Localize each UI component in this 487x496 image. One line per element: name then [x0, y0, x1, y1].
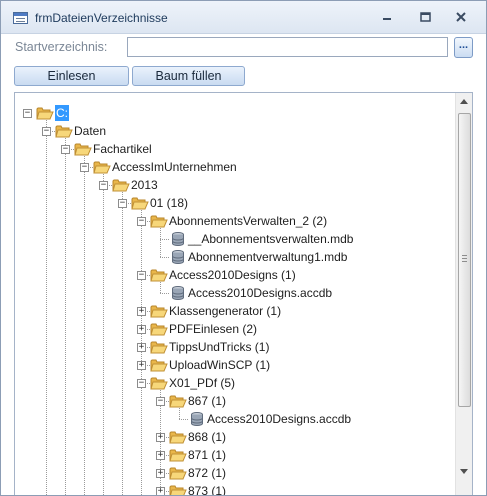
- open-folder-icon: [169, 393, 187, 409]
- expand-toggle[interactable]: +: [156, 487, 165, 495]
- collapse-toggle[interactable]: −: [156, 397, 165, 406]
- file-node-label[interactable]: Access2010Designs.accdb: [207, 411, 351, 427]
- folder-node-label[interactable]: 872 (1): [188, 465, 226, 481]
- expand-toggle[interactable]: +: [156, 433, 165, 442]
- vertical-scrollbar[interactable]: [455, 93, 472, 495]
- open-folder-icon: [169, 483, 187, 495]
- collapse-toggle[interactable]: −: [61, 145, 70, 154]
- minimize-button[interactable]: [375, 9, 399, 25]
- restore-icon: [420, 12, 431, 22]
- tree-connector-line: [179, 419, 188, 420]
- open-folder-icon: [150, 357, 168, 373]
- open-folder-icon: [112, 177, 130, 193]
- folder-node-label[interactable]: PDFEinlesen (2): [169, 321, 257, 337]
- tree-connector-line: [103, 171, 104, 495]
- open-folder-icon: [74, 141, 92, 157]
- folder-node-label[interactable]: Klassengenerator (1): [169, 303, 281, 319]
- fill-tree-button[interactable]: Baum füllen: [132, 66, 245, 86]
- folder-node-label[interactable]: 867 (1): [188, 393, 226, 409]
- open-folder-icon: [169, 447, 187, 463]
- open-folder-icon: [131, 195, 149, 211]
- open-folder-icon: [150, 213, 168, 229]
- down-arrow-icon: [460, 469, 468, 474]
- form-body: Startverzeichnis: ... Einlesen Baum füll…: [1, 33, 486, 495]
- file-node-label[interactable]: Abonnementverwaltung1.mdb: [188, 249, 347, 265]
- tree-connector-line: [122, 189, 123, 495]
- folder-node-label[interactable]: 2013: [131, 177, 158, 193]
- browse-button[interactable]: ...: [454, 37, 473, 58]
- folder-node-label[interactable]: 873 (1): [188, 483, 226, 495]
- folder-node-label[interactable]: UploadWinSCP (1): [169, 357, 270, 373]
- tree-connector-line: [160, 293, 169, 294]
- open-folder-icon: [150, 321, 168, 337]
- open-folder-icon: [93, 159, 111, 175]
- tree-connector-line: [160, 239, 169, 240]
- folder-node-label[interactable]: 868 (1): [188, 429, 226, 445]
- read-button[interactable]: Einlesen: [14, 66, 129, 86]
- folder-node-label[interactable]: AccessImUnternehmen: [112, 159, 237, 175]
- form-icon: [13, 12, 28, 24]
- expand-toggle[interactable]: +: [156, 469, 165, 478]
- expand-toggle[interactable]: +: [137, 343, 146, 352]
- folder-node-label[interactable]: AbonnementsVerwalten_2 (2): [169, 213, 327, 229]
- collapse-toggle[interactable]: −: [137, 379, 146, 388]
- close-icon: [456, 12, 466, 22]
- scroll-thumb[interactable]: [458, 113, 471, 407]
- folder-node-label[interactable]: Fachartikel: [93, 141, 152, 157]
- scroll-up-button[interactable]: [456, 93, 472, 110]
- open-folder-icon: [55, 123, 73, 139]
- start-directory-input[interactable]: [127, 37, 448, 57]
- up-arrow-icon: [460, 99, 468, 104]
- database-file-icon: [169, 249, 187, 265]
- database-file-icon: [169, 285, 187, 301]
- tree-connector-line: [65, 135, 66, 495]
- folder-node-label[interactable]: Access2010Designs (1): [169, 267, 296, 283]
- expand-toggle[interactable]: +: [137, 307, 146, 316]
- folder-node-label[interactable]: Daten: [74, 123, 106, 139]
- open-folder-icon: [169, 465, 187, 481]
- minimize-icon: [383, 18, 391, 20]
- file-node-label[interactable]: Access2010Designs.accdb: [188, 285, 332, 301]
- open-folder-icon: [169, 429, 187, 445]
- title-bar[interactable]: frmDateienVerzeichnisse: [1, 1, 486, 33]
- maximize-button[interactable]: [413, 9, 437, 25]
- tree-connector-line: [46, 117, 47, 495]
- folder-node-label[interactable]: C:: [55, 105, 69, 121]
- expand-toggle[interactable]: +: [137, 361, 146, 370]
- open-folder-icon: [150, 303, 168, 319]
- folder-node-label[interactable]: 871 (1): [188, 447, 226, 463]
- collapse-toggle[interactable]: −: [99, 181, 108, 190]
- tree-view[interactable]: − C: − Daten − Fachartikel − AccessImUnternehme…: [15, 93, 456, 495]
- scroll-down-button[interactable]: [456, 463, 472, 480]
- open-folder-icon: [150, 375, 168, 391]
- database-file-icon: [188, 411, 206, 427]
- tree-connector-line: [160, 225, 161, 257]
- directory-tree[interactable]: − C: − Daten − Fachartikel − AccessImUnternehme…: [14, 92, 473, 495]
- close-button[interactable]: [449, 9, 473, 25]
- expand-toggle[interactable]: +: [137, 325, 146, 334]
- window-title: frmDateienVerzeichnisse: [35, 11, 168, 25]
- collapse-toggle[interactable]: −: [137, 271, 146, 280]
- collapse-toggle[interactable]: −: [42, 127, 51, 136]
- collapse-toggle[interactable]: −: [137, 217, 146, 226]
- collapse-toggle[interactable]: −: [80, 163, 89, 172]
- collapse-toggle[interactable]: −: [23, 109, 32, 118]
- file-node-label[interactable]: __Abonnementsverwalten.mdb: [188, 231, 353, 247]
- form-window: frmDateienVerzeichnisse Startverzeichnis…: [0, 0, 487, 496]
- tree-connector-line: [84, 153, 85, 495]
- start-directory-label: Startverzeichnis:: [15, 40, 108, 54]
- tree-connector-line: [160, 257, 169, 258]
- folder-node-label[interactable]: X01_PDf (5): [169, 375, 235, 391]
- folder-node-label[interactable]: 01 (18): [150, 195, 188, 211]
- collapse-toggle[interactable]: −: [118, 199, 127, 208]
- open-folder-icon: [150, 339, 168, 355]
- open-folder-icon: [150, 267, 168, 283]
- expand-toggle[interactable]: +: [156, 451, 165, 460]
- open-folder-icon: [36, 105, 54, 121]
- folder-node-label[interactable]: TippsUndTricks (1): [169, 339, 269, 355]
- database-file-icon: [169, 231, 187, 247]
